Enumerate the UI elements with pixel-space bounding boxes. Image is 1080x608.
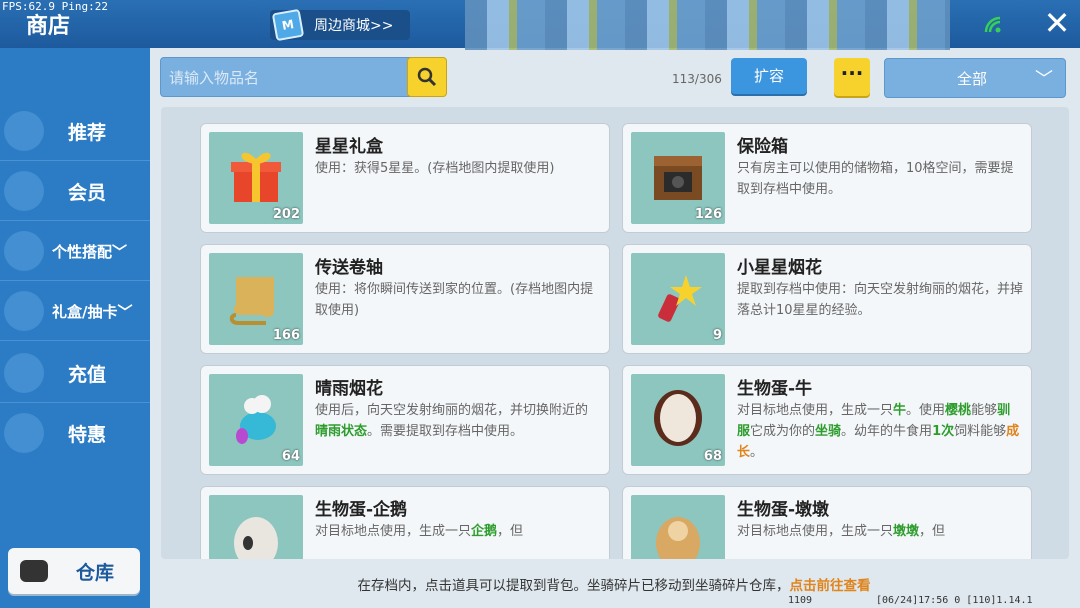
trophy-icon: [4, 231, 44, 271]
scroll-icon: [229, 277, 274, 325]
vip-icon: [4, 171, 44, 211]
warehouse-label: 仓库: [76, 561, 115, 584]
gift-icon: [4, 413, 44, 453]
sidebar-item-label: 礼盒/抽卡﹀: [52, 302, 133, 321]
item-card[interactable]: 126 保险箱 只有房主可以使用的储物箱，10格空间，需要提取到存档中使用。: [622, 123, 1032, 233]
thumbs-up-icon: [4, 111, 44, 151]
wifi-icon: [984, 16, 1002, 34]
search-input[interactable]: [167, 64, 401, 92]
item-card[interactable]: 生物蛋-墩墩 对目标地点使用，生成一只墩墩，但: [622, 486, 1032, 559]
item-card[interactable]: 生物蛋-企鹅 对目标地点使用，生成一只企鹅，但: [200, 486, 610, 559]
chevron-down-icon: ﹀: [112, 242, 128, 261]
sidebar-item-label: 个性搭配﹀: [52, 242, 128, 261]
item-thumbnail: 202: [209, 132, 303, 224]
item-description: 对目标地点使用，生成一只企鹅，但: [315, 524, 524, 539]
penguin-egg-icon: [234, 517, 278, 559]
item-thumbnail: 9: [631, 253, 725, 345]
item-name: 保险箱: [737, 137, 788, 157]
chevron-down-icon: ﹀: [117, 302, 133, 321]
sidebar-item-style[interactable]: 个性搭配﹀: [0, 222, 150, 281]
item-name: 晴雨烟花: [315, 379, 383, 399]
warehouse-button[interactable]: 仓库: [8, 548, 140, 594]
search-box: [160, 57, 447, 97]
item-card[interactable]: 68 生物蛋-牛 对目标地点使用，生成一只牛。使用樱桃能够驯服它成为你的坐骑。幼…: [622, 365, 1032, 475]
item-card[interactable]: 202 星星礼盒 使用：获得5星星。(存档地图内提取使用): [200, 123, 610, 233]
capacity-count: 113/306: [672, 72, 722, 86]
chevron-down-icon: ﹀: [1035, 69, 1053, 90]
item-description: 对目标地点使用，生成一只墩墩，但: [737, 524, 946, 539]
sidebar-item-specials[interactable]: 特惠: [0, 404, 150, 462]
footer-info: [06/24]17:56 0 [110]1.14.1: [876, 595, 1033, 606]
star-firework-icon: [658, 275, 702, 322]
safe-box-icon: [654, 156, 702, 200]
footer-tip: 在存档内，点击道具可以提取到背包。坐骑碎片已移动到坐骑碎片仓库，点击前往查看: [160, 574, 1068, 594]
sidebar: 推荐 会员 个性搭配﹀ 礼盒/抽卡﹀ 充值 特惠: [0, 48, 150, 608]
search-icon: [417, 67, 437, 87]
item-description: 提取到存档中使用：向天空发射绚丽的烟花，并掉落总计10星星的经验。: [737, 282, 1024, 318]
item-quantity: 202: [272, 207, 300, 222]
item-thumbnail: [209, 495, 303, 559]
expand-button[interactable]: 扩容: [731, 58, 807, 94]
sidebar-item-label: 充值: [68, 363, 107, 386]
item-thumbnail: [631, 495, 725, 559]
item-thumbnail: 126: [631, 132, 725, 224]
weather-firework-icon: [236, 395, 276, 444]
item-description: 只有房主可以使用的储物箱，10格空间，需要提取到存档中使用。: [737, 161, 1014, 197]
mall-label: 周边商城>>: [314, 18, 394, 34]
item-name: 传送卷轴: [315, 258, 383, 278]
item-quantity: 68: [703, 449, 722, 464]
cow-egg-icon: [654, 390, 702, 446]
item-card[interactable]: 166 传送卷轴 使用：将你瞬间传送到家的位置。(存档地图内提取使用): [200, 244, 610, 354]
sidebar-item-label: 会员: [68, 181, 107, 204]
filter-value: 全部: [957, 70, 988, 88]
footer-tip-text: 在存档内，点击道具可以提取到背包。坐骑碎片已移动到坐骑碎片仓库，: [357, 578, 790, 594]
blurred-region: [465, 0, 950, 50]
item-card[interactable]: 9 小星星烟花 提取到存档中使用：向天空发射绚丽的烟花，并掉落总计10星星的经验…: [622, 244, 1032, 354]
mall-button[interactable]: M 周边商城>>: [270, 8, 410, 42]
item-name: 生物蛋-企鹅: [315, 500, 408, 520]
coin-stack-icon: [4, 353, 44, 393]
dundun-egg-icon: [656, 517, 700, 559]
item-quantity: 166: [272, 328, 300, 343]
footer-code: 1109: [788, 595, 813, 606]
gift-card-icon: [4, 291, 44, 331]
page-title: 商店: [26, 14, 71, 39]
sidebar-item-recharge[interactable]: 充值: [0, 344, 150, 403]
item-grid: 202 星星礼盒 使用：获得5星星。(存档地图内提取使用) 126 保险箱 只有…: [161, 107, 1069, 559]
item-quantity: 64: [281, 449, 300, 464]
item-card[interactable]: 64 晴雨烟花 使用后，向天空发射绚丽的烟花，并切换附近的晴雨状态。需要提取到存…: [200, 365, 610, 475]
item-quantity: 126: [694, 207, 722, 222]
item-name: 生物蛋-墩墩: [737, 500, 830, 520]
item-description: 对目标地点使用，生成一只牛。使用樱桃能够驯服它成为你的坐骑。幼年的牛食用1次饲料…: [737, 403, 1020, 460]
more-button[interactable]: ···: [834, 58, 870, 96]
item-thumbnail: 166: [209, 253, 303, 345]
shopping-bag-icon: M: [271, 8, 305, 42]
item-description: 使用：获得5星星。(存档地图内提取使用): [315, 161, 555, 176]
item-description: 使用后，向天空发射绚丽的烟花，并切换附近的晴雨状态。需要提取到存档中使用。: [315, 403, 589, 439]
sidebar-item-label: 推荐: [68, 121, 107, 144]
sidebar-item-recommend[interactable]: 推荐: [0, 102, 150, 161]
item-quantity: 9: [712, 328, 722, 343]
sidebar-item-giftbox[interactable]: 礼盒/抽卡﹀: [0, 282, 150, 341]
item-thumbnail: 64: [209, 374, 303, 466]
close-icon[interactable]: ✕: [1040, 6, 1074, 40]
item-description: 使用：将你瞬间传送到家的位置。(存档地图内提取使用): [315, 282, 594, 318]
sidebar-item-vip[interactable]: 会员: [0, 162, 150, 221]
item-thumbnail: 68: [631, 374, 725, 466]
item-name: 小星星烟花: [737, 258, 822, 278]
filter-dropdown[interactable]: 全部 ﹀: [884, 58, 1066, 98]
item-name: 星星礼盒: [315, 137, 383, 157]
footer-link[interactable]: 点击前往查看: [790, 578, 871, 594]
chest-icon: [20, 560, 48, 582]
item-name: 生物蛋-牛: [737, 379, 813, 399]
search-button[interactable]: [407, 57, 447, 97]
sidebar-item-label: 特惠: [68, 423, 107, 446]
gift-box-icon: [231, 152, 281, 202]
